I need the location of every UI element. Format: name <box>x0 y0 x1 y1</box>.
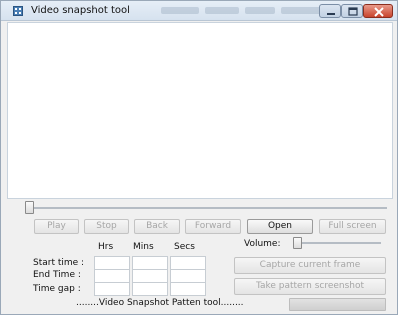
volume-slider-track[interactable] <box>293 242 381 244</box>
pattern-screenshot-button[interactable]: Take pattern screenshot <box>234 278 386 295</box>
status-bar-button[interactable] <box>289 298 386 311</box>
start-time-mins-input[interactable] <box>132 256 168 270</box>
video-display-area <box>7 22 393 199</box>
forward-button[interactable]: Forward <box>185 219 241 234</box>
window-title: Video snapshot tool <box>31 5 130 16</box>
end-time-secs-input[interactable] <box>170 269 206 283</box>
open-button[interactable]: Open <box>247 219 313 234</box>
main-window: Video snapshot tool Play Stop Back Forwa… <box>0 0 398 315</box>
capture-frame-button[interactable]: Capture current frame <box>234 257 386 274</box>
time-gap-hrs-input[interactable] <box>94 282 130 296</box>
close-icon <box>374 7 384 17</box>
title-bar-blurred-text <box>161 7 321 14</box>
stop-button[interactable]: Stop <box>84 219 129 234</box>
end-time-label: End Time : <box>33 270 81 280</box>
maximize-button[interactable] <box>341 4 363 18</box>
close-button[interactable] <box>363 4 393 18</box>
seek-slider-thumb[interactable] <box>25 201 34 214</box>
end-time-mins-input[interactable] <box>132 269 168 283</box>
footer-text: ........Video Snapshot Patten tool......… <box>76 298 244 308</box>
time-gap-label: Time gap : <box>33 284 81 294</box>
minimize-icon <box>327 13 335 15</box>
back-button[interactable]: Back <box>134 219 180 234</box>
column-header-secs: Secs <box>174 242 195 252</box>
time-gap-secs-input[interactable] <box>170 282 206 296</box>
volume-label: Volume: <box>244 239 281 249</box>
film-icon <box>13 6 23 16</box>
maximize-icon <box>348 7 358 16</box>
column-header-mins: Mins <box>133 242 154 252</box>
time-gap-mins-input[interactable] <box>132 282 168 296</box>
seek-slider-track[interactable] <box>25 207 387 209</box>
start-time-label: Start time : <box>33 258 85 268</box>
start-time-secs-input[interactable] <box>170 256 206 270</box>
title-bar[interactable]: Video snapshot tool <box>1 1 397 21</box>
play-button[interactable]: Play <box>34 219 79 234</box>
fullscreen-button[interactable]: Full screen <box>319 219 386 234</box>
start-time-hrs-input[interactable] <box>94 256 130 270</box>
minimize-button[interactable] <box>319 4 341 18</box>
volume-slider-thumb[interactable] <box>293 237 302 249</box>
column-header-hrs: Hrs <box>98 242 114 252</box>
end-time-hrs-input[interactable] <box>94 269 130 283</box>
